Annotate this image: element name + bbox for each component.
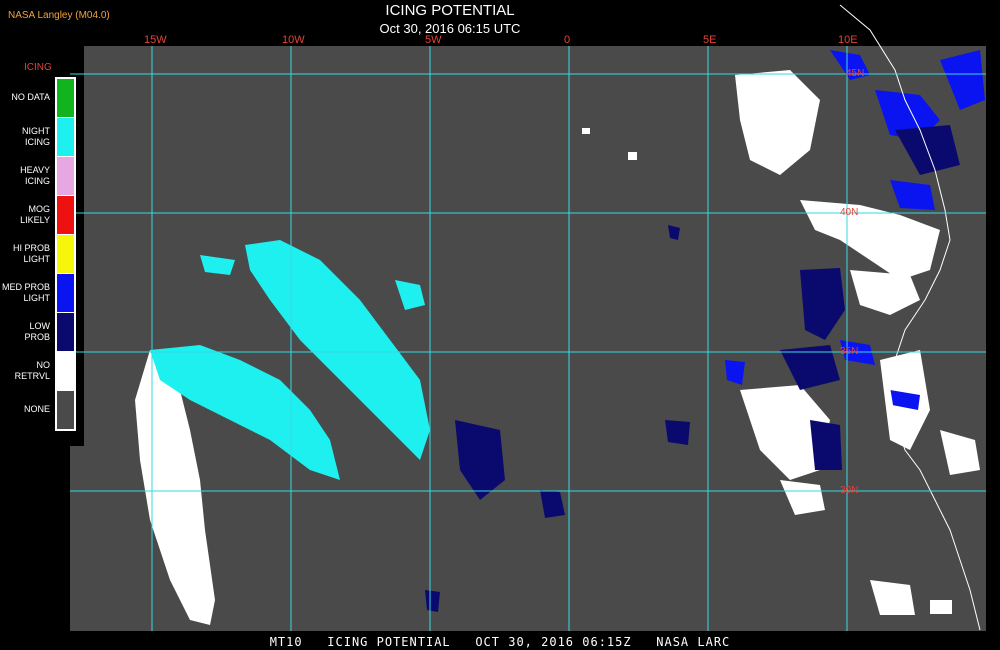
legend-label: NIGHT ICING xyxy=(22,126,50,147)
icing-map[interactable] xyxy=(0,0,1000,650)
legend-label: MOG LIKELY xyxy=(20,204,50,225)
legend-label: LOW PROB xyxy=(24,321,50,342)
legend-label: NONE xyxy=(23,404,50,414)
legend-label: NO DATA xyxy=(11,92,50,102)
lon-label: 5W xyxy=(425,34,442,46)
legend-swatch xyxy=(57,157,74,195)
footer-caption: MT10 ICING POTENTIAL OCT 30, 2016 06:15Z… xyxy=(269,635,731,649)
legend-swatch xyxy=(57,118,74,156)
legend-label: NO RETRVL xyxy=(14,360,50,381)
lon-label: 5E xyxy=(703,34,717,46)
legend-label: MED PROB LIGHT xyxy=(1,282,50,303)
legend-swatch xyxy=(57,313,74,351)
legend-swatch xyxy=(57,79,74,117)
legend-label: HI PROB LIGHT xyxy=(12,243,50,264)
legend-swatch xyxy=(57,274,74,312)
legend-label: HEAVY ICING xyxy=(20,165,50,186)
legend-swatch xyxy=(57,196,74,234)
lon-label: 15W xyxy=(144,34,167,46)
legend-title: ICING xyxy=(24,62,52,73)
lon-label: 10E xyxy=(838,34,858,46)
lon-label: 10W xyxy=(282,34,305,46)
legend-swatch xyxy=(57,352,74,390)
lat-label: 40N xyxy=(840,207,859,218)
lat-label: 35N xyxy=(840,346,859,357)
lat-label: 45N xyxy=(846,68,865,79)
lat-label: 30N xyxy=(840,485,859,496)
lon-label: 0 xyxy=(564,34,571,46)
legend-swatch xyxy=(57,391,74,429)
legend-swatch xyxy=(57,235,74,273)
map-background xyxy=(70,46,986,631)
